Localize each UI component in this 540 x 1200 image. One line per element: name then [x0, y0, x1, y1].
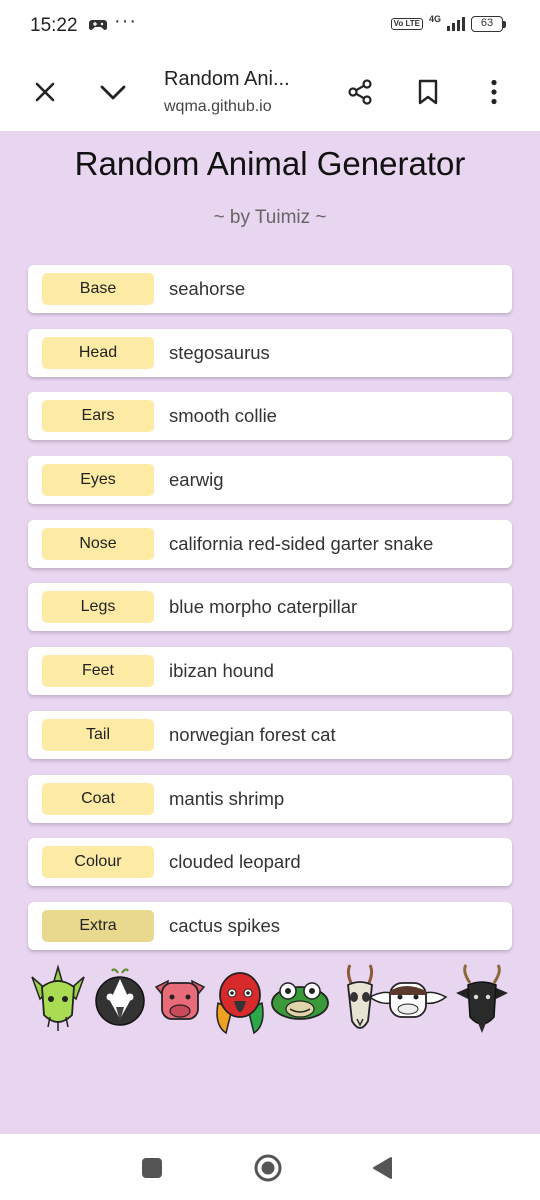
browser-toolbar: Random Ani... wqma.github.io: [0, 52, 540, 131]
page-subtitle: ~ by Tuimiz ~: [213, 207, 327, 228]
frog-head-icon: [270, 963, 330, 1039]
parrot-head-icon: [210, 963, 270, 1039]
trait-row-coat[interactable]: Coat mantis shrimp: [28, 774, 512, 823]
game-controller-icon: [88, 14, 108, 39]
page-title: Random Animal Generator: [74, 145, 466, 182]
trait-label: Feet: [42, 655, 154, 688]
trait-value: smooth collie: [169, 405, 277, 427]
trait-value: earwig: [169, 469, 224, 491]
cow-head-icon: [366, 963, 450, 1039]
trait-row-feet[interactable]: Feet ibizan hound: [28, 647, 512, 696]
trait-label: Head: [42, 336, 154, 369]
trait-row-tail[interactable]: Tail norwegian forest cat: [28, 710, 512, 759]
battery-level: 63: [471, 16, 503, 32]
home-icon[interactable]: [252, 1152, 284, 1184]
trait-row-ears[interactable]: Ears smooth collie: [28, 392, 512, 441]
trait-row-nose[interactable]: Nose california red-sided garter snake: [28, 519, 512, 568]
system-nav-bar: [0, 1134, 540, 1200]
trait-value: blue morpho caterpillar: [169, 596, 358, 618]
status-time: 15:22: [30, 15, 78, 36]
trait-row-head[interactable]: Head stegosaurus: [28, 328, 512, 377]
trait-label: Extra: [42, 909, 154, 942]
chevron-down-icon[interactable]: [93, 72, 133, 112]
trait-value: cactus spikes: [169, 914, 281, 936]
trait-row-eyes[interactable]: Eyes earwig: [28, 456, 512, 505]
more-vert-icon[interactable]: [474, 72, 514, 112]
trait-list: Base seahorse Head stegosaurus Ears smoo…: [28, 265, 512, 966]
pig-head-icon: [150, 963, 210, 1039]
network-type: 4G: [428, 14, 441, 24]
trait-label: Legs: [42, 591, 154, 624]
trait-value: ibizan hound: [169, 660, 274, 682]
trait-row-colour[interactable]: Colour clouded leopard: [28, 838, 512, 887]
status-bar: 15:22 ··· Vo LTE 4G 63: [0, 0, 540, 52]
trait-value: california red-sided garter snake: [169, 532, 434, 554]
dragon-head-icon: [28, 963, 88, 1039]
trait-label: Colour: [42, 846, 154, 879]
trait-value: mantis shrimp: [169, 787, 285, 809]
more-notifications-icon: ···: [114, 10, 137, 32]
close-icon[interactable]: [25, 72, 65, 112]
trait-label: Coat: [42, 782, 154, 815]
animal-icons-row: [28, 963, 512, 1043]
trait-label: Ears: [42, 400, 154, 433]
trait-label: Tail: [42, 718, 154, 751]
penguin-head-icon: [90, 963, 150, 1039]
trait-value: seahorse: [169, 278, 246, 299]
page-url[interactable]: wqma.github.io: [164, 98, 272, 116]
tab-title[interactable]: Random Ani...: [164, 68, 290, 91]
trait-value: stegosaurus: [169, 341, 270, 363]
trait-value: clouded leopard: [169, 851, 301, 873]
page-content: Random Animal Generator ~ by Tuimiz ~ Ba…: [0, 131, 540, 1134]
signal-icon: [447, 17, 465, 31]
volte-icon: Vo LTE: [390, 18, 423, 30]
status-right: Vo LTE 4G 63: [390, 14, 506, 32]
trait-label: Base: [42, 273, 154, 305]
battery-icon: 63: [471, 16, 506, 32]
back-icon[interactable]: [366, 1152, 398, 1184]
recents-icon[interactable]: [136, 1152, 168, 1184]
trait-label: Eyes: [42, 464, 154, 497]
trait-row-legs[interactable]: Legs blue morpho caterpillar: [28, 583, 512, 632]
bookmark-icon[interactable]: [408, 72, 448, 112]
trait-row-extra[interactable]: Extra cactus spikes: [28, 901, 512, 950]
share-icon[interactable]: [340, 72, 380, 112]
trait-value: norwegian forest cat: [169, 723, 336, 745]
trait-label: Nose: [42, 527, 154, 560]
trait-row-base[interactable]: Base seahorse: [28, 265, 512, 313]
goat-head-icon: [452, 963, 512, 1039]
